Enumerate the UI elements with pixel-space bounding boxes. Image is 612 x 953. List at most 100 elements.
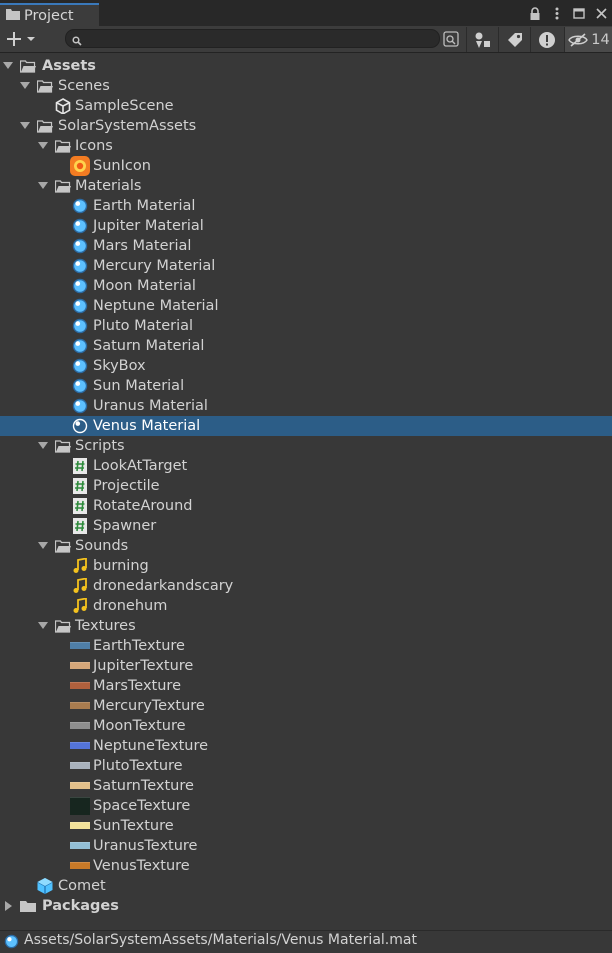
tree-item[interactable]: dronedarkandscary [0, 576, 612, 596]
more-options-icon[interactable] [546, 0, 568, 26]
tree-item-label: Uranus Material [93, 398, 208, 414]
tree-item-label: MercuryTexture [93, 698, 205, 714]
tree-item[interactable]: SunIcon [0, 156, 612, 176]
tree-item-label: Venus Material [93, 418, 201, 434]
material-sphere-icon [72, 318, 88, 334]
tree-item[interactable]: UranusTexture [0, 836, 612, 856]
tree-item[interactable]: burning [0, 556, 612, 576]
tree-item[interactable]: Projectile [0, 476, 612, 496]
foldout-collapsed-icon[interactable] [5, 901, 12, 911]
foldout-expanded-icon[interactable] [38, 622, 48, 629]
audio-clip-icon [72, 577, 88, 594]
filter-by-label-button[interactable] [498, 27, 531, 52]
hidden-packages-toggle[interactable]: 14 [564, 27, 612, 52]
audio-clip-icon [72, 597, 88, 614]
foldout-expanded-icon[interactable] [20, 122, 30, 129]
tree-item[interactable]: Saturn Material [0, 336, 612, 356]
tree-item[interactable]: SolarSystemAssets [0, 116, 612, 136]
tab-project[interactable]: Project [0, 3, 99, 26]
csharp-script-icon [72, 478, 88, 494]
tree-item[interactable]: Scenes [0, 76, 612, 96]
foldout-expanded-icon[interactable] [3, 62, 13, 69]
tree-item[interactable]: LookAtTarget [0, 456, 612, 476]
tree-item[interactable]: SampleScene [0, 96, 612, 116]
project-tree: Assets Scenes SampleScene SolarSystemAssets… [0, 56, 612, 916]
foldout-expanded-icon[interactable] [38, 182, 48, 189]
tree-item-label: Materials [75, 178, 142, 194]
tree-item-label: Saturn Material [93, 338, 205, 354]
tree-item[interactable]: Materials [0, 176, 612, 196]
texture-thumbnail-icon [70, 662, 90, 669]
unity-scene-icon [55, 98, 71, 115]
tree-item[interactable]: Spawner [0, 516, 612, 536]
tree-item[interactable]: MoonTexture [0, 716, 612, 736]
tree-item-label: MarsTexture [93, 678, 181, 694]
tree-item-label: Scripts [75, 438, 125, 454]
tree-item[interactable]: RotateAround [0, 496, 612, 516]
folder-icon [6, 8, 20, 24]
tree-item-label: SpaceTexture [93, 798, 191, 814]
close-icon[interactable] [590, 0, 612, 26]
sun-image-icon [70, 156, 90, 176]
tree-item[interactable]: Sounds [0, 536, 612, 556]
texture-thumbnail-icon [70, 842, 90, 849]
tree-item-label: Textures [75, 618, 136, 634]
foldout-expanded-icon[interactable] [38, 442, 48, 449]
texture-thumbnail-icon [70, 742, 90, 749]
material-sphere-icon [72, 398, 88, 414]
tree-item[interactable]: Jupiter Material [0, 216, 612, 236]
folder-open-icon [54, 138, 71, 154]
tree-item[interactable]: Earth Material [0, 196, 612, 216]
log-warnings-button[interactable] [530, 27, 563, 52]
material-sphere-icon [72, 338, 88, 354]
tree-item[interactable]: Venus Material [0, 416, 612, 436]
tree-item-label: Pluto Material [93, 318, 194, 334]
material-sphere-icon [72, 198, 88, 214]
tree-item[interactable]: MarsTexture [0, 676, 612, 696]
tree-item-label: Neptune Material [93, 298, 219, 314]
tree-item[interactable]: Packages [0, 896, 612, 916]
tree-item[interactable]: Pluto Material [0, 316, 612, 336]
csharp-script-icon [72, 498, 88, 514]
tree-item[interactable]: PlutoTexture [0, 756, 612, 776]
foldout-expanded-icon[interactable] [38, 142, 48, 149]
filter-by-type-button[interactable] [466, 27, 499, 52]
tree-item[interactable]: MercuryTexture [0, 696, 612, 716]
tree-item-label: MoonTexture [93, 718, 186, 734]
tree-item[interactable]: Mercury Material [0, 256, 612, 276]
tree-item[interactable]: Scripts [0, 436, 612, 456]
folder-open-icon [19, 58, 36, 74]
tree-item[interactable]: JupiterTexture [0, 656, 612, 676]
material-sphere-icon [72, 218, 88, 234]
tree-item-label: UranusTexture [93, 838, 198, 854]
tree-item[interactable]: dronehum [0, 596, 612, 616]
tree-item[interactable]: SpaceTexture [0, 796, 612, 816]
prefab-cube-icon [36, 877, 53, 894]
tree-item[interactable]: Textures [0, 616, 612, 636]
tree-item[interactable]: Comet [0, 876, 612, 896]
create-dropdown-button[interactable] [4, 29, 40, 49]
tree-item-label: dronedarkandscary [93, 578, 234, 594]
tree-item[interactable]: Assets [0, 56, 612, 76]
tree-item[interactable]: EarthTexture [0, 636, 612, 656]
tree-item[interactable]: Moon Material [0, 276, 612, 296]
lock-icon[interactable] [524, 0, 546, 26]
tree-item[interactable]: VenusTexture [0, 856, 612, 876]
tree-item[interactable]: Mars Material [0, 236, 612, 256]
maximize-icon[interactable] [568, 0, 590, 26]
tree-item[interactable]: Icons [0, 136, 612, 156]
tab-bar: Project [0, 0, 612, 26]
tree-item[interactable]: Neptune Material [0, 296, 612, 316]
tree-item[interactable]: SkyBox [0, 356, 612, 376]
material-sphere-icon [72, 238, 88, 254]
tree-item[interactable]: Sun Material [0, 376, 612, 396]
search-by-type-icon[interactable] [441, 29, 461, 49]
tree-item[interactable]: Uranus Material [0, 396, 612, 416]
tree-item[interactable]: NeptuneTexture [0, 736, 612, 756]
tree-item[interactable]: SunTexture [0, 816, 612, 836]
foldout-expanded-icon[interactable] [20, 82, 30, 89]
selected-asset-path: Assets/SolarSystemAssets/Materials/Venus… [24, 932, 417, 948]
foldout-expanded-icon[interactable] [38, 542, 48, 549]
search-field[interactable] [65, 29, 440, 48]
tree-item[interactable]: SaturnTexture [0, 776, 612, 796]
